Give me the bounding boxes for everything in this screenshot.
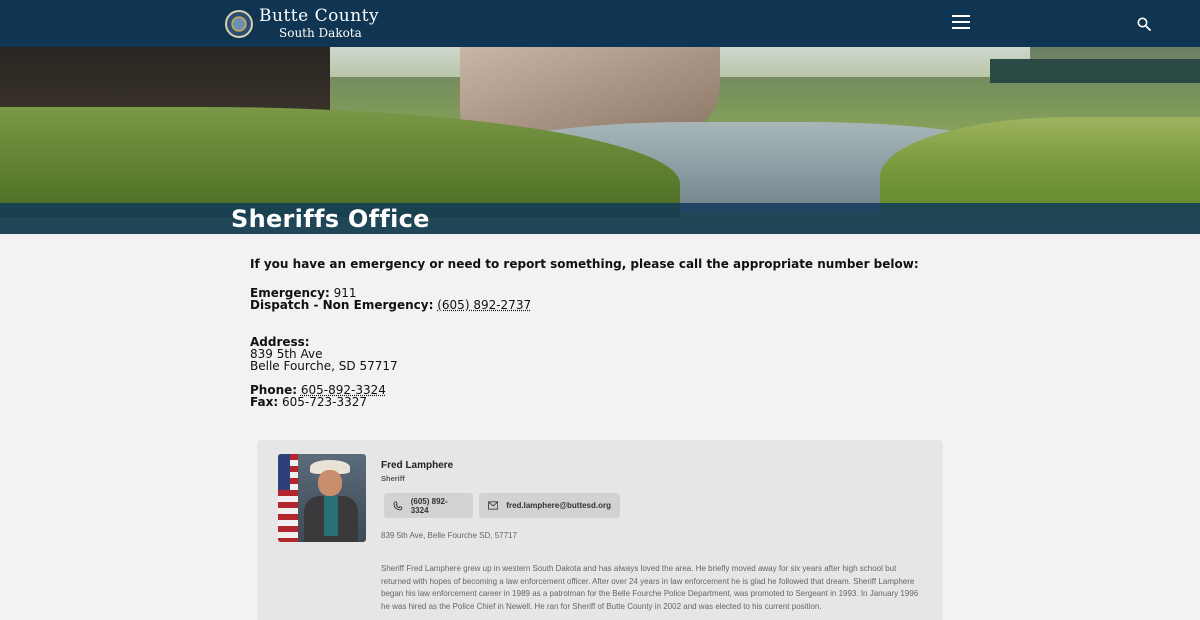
dispatch-line: Dispatch - Non Emergency: (605) 892-2737 <box>250 299 950 311</box>
staff-photo <box>278 454 366 542</box>
hamburger-menu-icon[interactable] <box>952 15 970 31</box>
title-bar: Sheriffs Office <box>0 203 1200 234</box>
logo-state-name: South Dakota <box>279 26 362 40</box>
staff-bio: Sheriff Fred Lamphere grew up in western… <box>381 564 919 611</box>
dispatch-phone-link[interactable]: (605) 892-2737 <box>437 298 531 312</box>
fax-label: Fax: <box>250 395 279 409</box>
search-icon[interactable] <box>1137 17 1151 31</box>
envelope-icon <box>488 501 499 510</box>
staff-email-button[interactable]: fred.lamphere@buttesd.org <box>479 493 620 518</box>
address-label: Address: <box>250 335 310 349</box>
contact-info: If you have an emergency or need to repo… <box>250 258 950 408</box>
staff-role: Sheriff <box>381 474 405 483</box>
fax-line: Fax: 605-723-3327 <box>250 396 950 408</box>
emergency-intro: If you have an emergency or need to repo… <box>250 257 919 271</box>
page-title: Sheriffs Office <box>231 205 430 233</box>
site-header: Butte County South Dakota <box>0 0 1200 47</box>
hero-banner-image: Sheriffs Office <box>0 47 1200 234</box>
phone-icon <box>393 501 403 510</box>
staff-phone-button[interactable]: (605) 892-3324 <box>384 493 473 518</box>
logo-county-name: Butte County <box>259 6 380 26</box>
address-line-2: Belle Fourche, SD 57717 <box>250 359 398 373</box>
staff-email-text: fred.lamphere@buttesd.org <box>506 501 611 510</box>
county-seal-icon <box>225 9 253 38</box>
fax-number: 605-723-3327 <box>281 395 367 409</box>
american-flag-image <box>278 454 298 542</box>
dispatch-label: Dispatch - Non Emergency: <box>250 298 434 312</box>
county-logo-link[interactable]: Butte County South Dakota <box>225 8 379 39</box>
staff-address: 839 5th Ave, Belle Fourche SD, 57717 <box>381 531 517 540</box>
staff-phone-text: (605) 892-3324 <box>410 496 448 515</box>
logo-text: Butte County South Dakota <box>259 6 380 40</box>
staff-name: Fred Lamphere <box>381 460 454 471</box>
staff-card: Fred Lamphere Sheriff (605) 892-3324 fre… <box>257 440 943 620</box>
